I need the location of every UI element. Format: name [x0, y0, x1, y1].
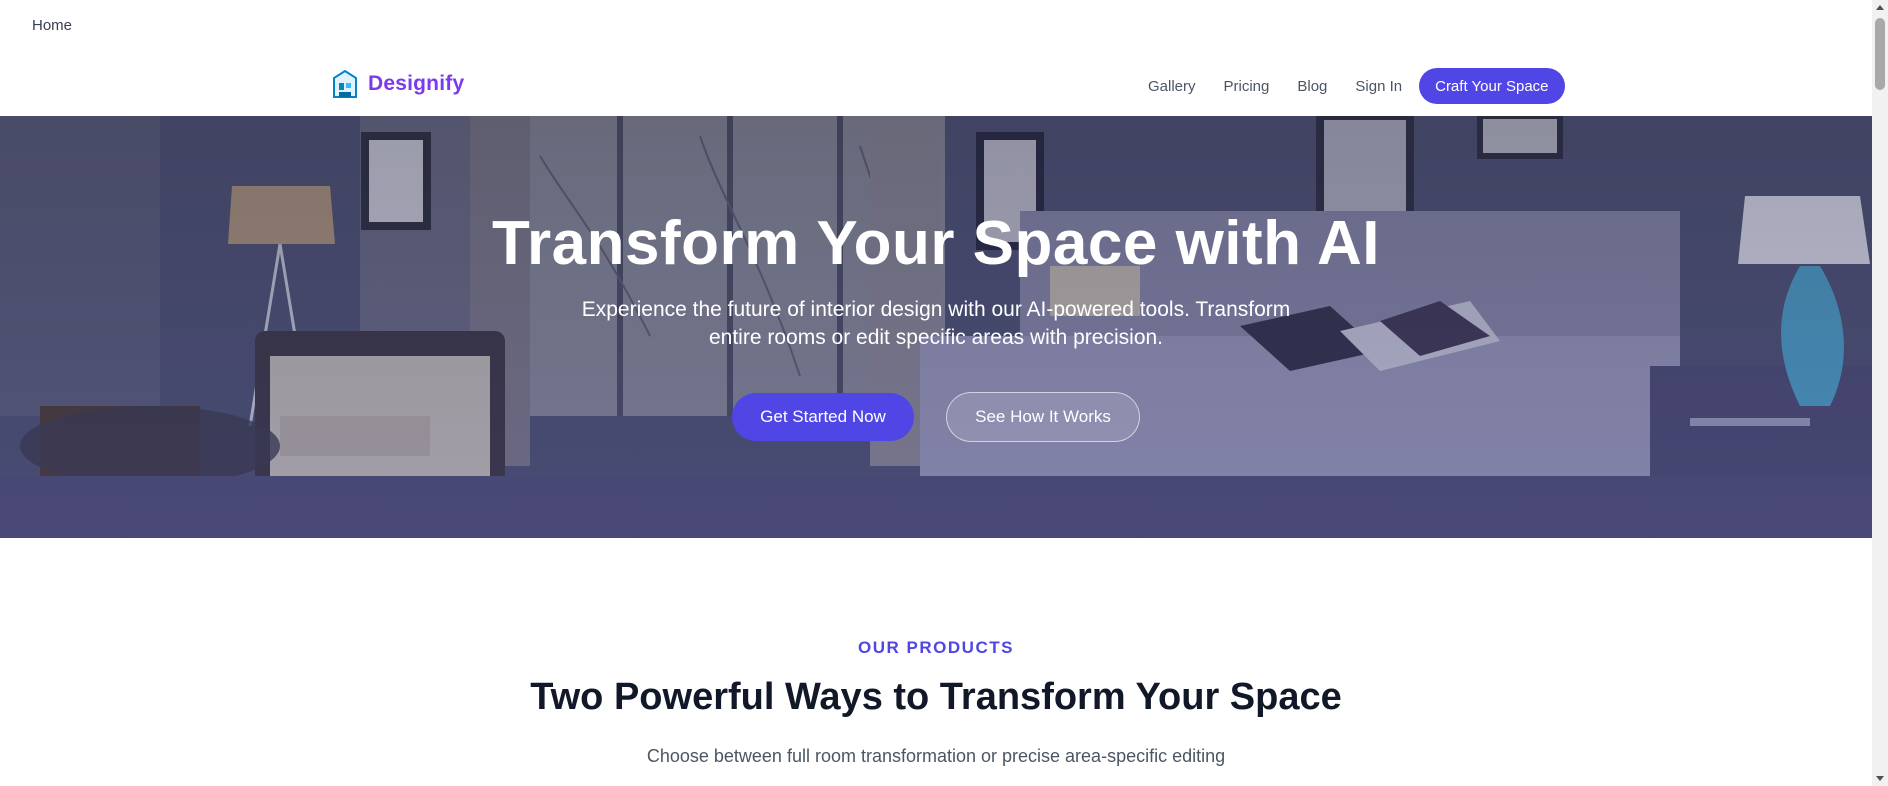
navbar: Designify Gallery Pricing Blog Sign In C… — [0, 58, 1872, 116]
get-started-button[interactable]: Get Started Now — [732, 393, 914, 441]
page: Home Designify Gallery Pricing Blog Sign… — [0, 0, 1872, 786]
nav-sign-in[interactable]: Sign In — [1355, 78, 1402, 95]
products-subtitle: Choose between full room transformation … — [646, 746, 1226, 766]
nav-blog[interactable]: Blog — [1297, 78, 1327, 95]
scroll-down-icon[interactable] — [1876, 776, 1884, 781]
breadcrumb-home[interactable]: Home — [32, 17, 72, 34]
page-scrollbar[interactable] — [1872, 0, 1888, 786]
craft-your-space-button[interactable]: Craft Your Space — [1419, 68, 1565, 104]
house-icon — [333, 70, 357, 98]
scrollbar-thumb[interactable] — [1875, 18, 1885, 90]
main-nav: Gallery Pricing Blog Sign In Craft Your … — [1148, 68, 1565, 104]
products-eyebrow: OUR PRODUCTS — [858, 638, 1014, 657]
hero-section: Transform Your Space with AI Experience … — [0, 116, 1872, 538]
nav-gallery[interactable]: Gallery — [1148, 78, 1196, 95]
brand-name: Designify — [368, 72, 465, 95]
see-how-it-works-button[interactable]: See How It Works — [946, 392, 1140, 442]
scroll-up-icon[interactable] — [1876, 5, 1884, 10]
products-title: Two Powerful Ways to Transform Your Spac… — [530, 676, 1342, 718]
hero-subtitle: Experience the future of interior design… — [581, 298, 1291, 349]
hero-title: Transform Your Space with AI — [492, 209, 1380, 278]
brand-logo[interactable]: Designify — [332, 70, 464, 98]
nav-pricing[interactable]: Pricing — [1224, 78, 1270, 95]
